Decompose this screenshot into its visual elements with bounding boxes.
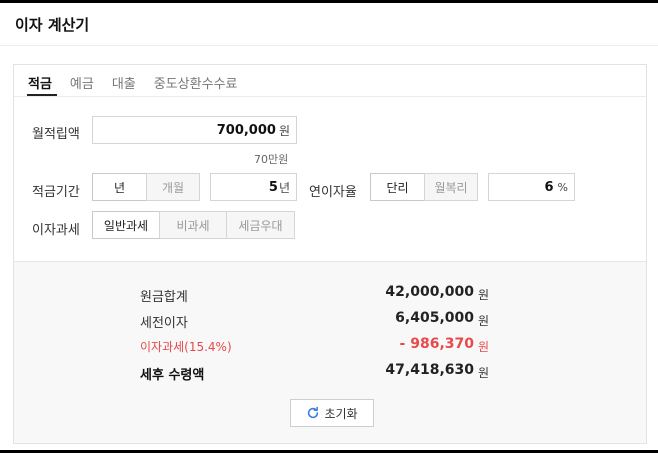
tab-prepayment-fee[interactable]: 중도상환수수료 (154, 73, 238, 96)
calculator-page: 이자 계산기 적금 예금 대출 중도상환수수료 월적립액 700,000 원 7… (0, 3, 658, 450)
rate-simple-option[interactable]: 단리 (370, 173, 425, 201)
page-title: 이자 계산기 (15, 16, 90, 34)
reset-label: 초기화 (324, 406, 358, 421)
monthly-deposit-label: 월적립액 (32, 127, 80, 142)
period-input[interactable]: 5 년 (210, 173, 297, 201)
principal-unit: 원 (478, 288, 490, 302)
tab-loan[interactable]: 대출 (112, 73, 136, 96)
result-panel: 원금합계 42,000,000 원 세전이자 6,405,000 원 이자과세(… (14, 261, 646, 443)
tab-deposit[interactable]: 예금 (70, 73, 94, 96)
interest-tax-value: - 986,370 (399, 336, 474, 352)
rate-compound-option[interactable]: 월복리 (424, 173, 478, 201)
rate-value: 6 (544, 179, 554, 195)
period-label: 적금기간 (32, 185, 80, 200)
monthly-deposit-value: 700,000 (216, 122, 276, 138)
rate-unit: % (557, 180, 568, 194)
rate-type-toggle: 단리 월복리 (370, 173, 478, 201)
interest-tax-unit: 원 (478, 340, 490, 354)
tax-exempt-option[interactable]: 비과세 (159, 211, 227, 239)
monthly-deposit-unit: 원 (278, 123, 290, 138)
tab-savings[interactable]: 적금 (28, 73, 52, 96)
pretax-interest-label: 세전이자 (140, 316, 188, 331)
period-unit-toggle: 년 개월 (92, 173, 200, 201)
net-amount-label: 세후 수령액 (140, 368, 205, 383)
header: 이자 계산기 (0, 3, 658, 46)
tax-general-option[interactable]: 일반과세 (92, 211, 160, 239)
period-value: 5 (268, 179, 278, 195)
rate-input[interactable]: 6 % (488, 173, 575, 201)
net-amount-value: 47,418,630 (385, 362, 474, 378)
monthly-deposit-input[interactable]: 700,000 원 (92, 116, 297, 144)
principal-value: 42,000,000 (385, 284, 474, 300)
calculator-card: 적금 예금 대출 중도상환수수료 월적립액 700,000 원 70만원 적금기… (13, 64, 647, 444)
tax-type-toggle: 일반과세 비과세 세금우대 (92, 211, 295, 239)
refresh-icon (308, 406, 319, 419)
period-year-option[interactable]: 년 (92, 173, 147, 201)
monthly-deposit-hint: 70만원 (254, 153, 289, 166)
reset-button[interactable]: 초기화 (290, 399, 374, 427)
tax-label: 이자과세 (32, 223, 80, 238)
pretax-interest-value: 6,405,000 (395, 310, 474, 326)
net-amount-unit: 원 (478, 366, 490, 380)
period-month-option[interactable]: 개월 (146, 173, 200, 201)
period-unit: 년 (278, 180, 290, 195)
principal-label: 원금합계 (140, 290, 188, 305)
interest-tax-label: 이자과세(15.4%) (140, 340, 232, 354)
tax-preferential-option[interactable]: 세금우대 (226, 211, 295, 239)
tab-bar: 적금 예금 대출 중도상환수수료 (14, 65, 646, 96)
pretax-interest-unit: 원 (478, 314, 490, 328)
tab-divider (14, 96, 646, 97)
rate-label: 연이자율 (309, 185, 357, 200)
